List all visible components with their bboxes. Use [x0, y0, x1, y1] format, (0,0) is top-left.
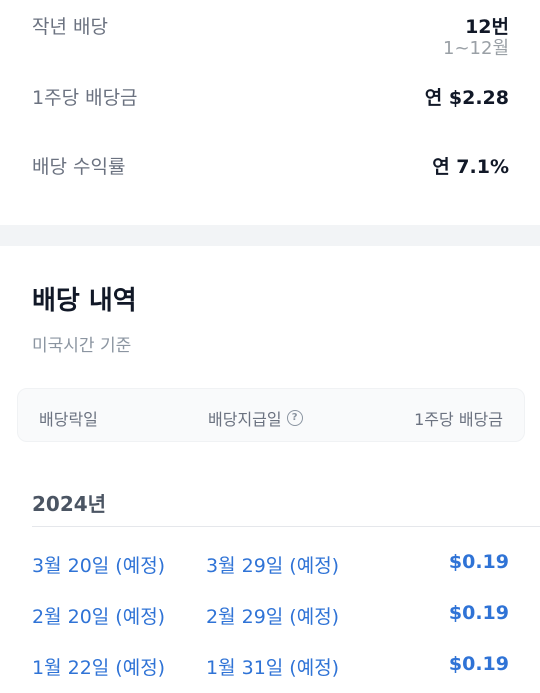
last-year-dividend-label: 작년 배당 — [32, 16, 108, 38]
dividend-summary: 작년 배당 12번 1~12월 1주당 배당금 연 $2.28 배당 수익률 연… — [0, 0, 540, 225]
column-amount: 1주당 배당금 — [414, 410, 503, 429]
ex-date-cell: 1월 22일 (예정) — [32, 657, 166, 679]
per-share-dividend-value: 연 $2.28 — [424, 87, 509, 109]
per-share-dividend-label: 1주당 배당금 — [32, 87, 138, 109]
dividend-row[interactable]: 1월 22일 (예정) 1월 31일 (예정) $0.19 — [32, 653, 509, 683]
ex-date-cell: 3월 20일 (예정) — [32, 555, 166, 577]
dividend-row[interactable]: 3월 20일 (예정) 3월 29일 (예정) $0.19 — [32, 551, 509, 581]
pay-date-cell: 3월 29일 (예정) — [206, 555, 340, 577]
column-pay-date-label: 배당지급일 — [208, 410, 282, 429]
amount-cell: $0.19 — [448, 653, 509, 675]
column-pay-date: 배당지급일 ? — [208, 406, 303, 430]
dividend-row[interactable]: 2월 20일 (예정) 2월 29일 (예정) $0.19 — [32, 602, 509, 632]
dividend-yield-label: 배당 수익률 — [32, 156, 126, 178]
section-divider — [0, 225, 540, 246]
dividend-history-title: 배당 내역 — [32, 286, 137, 316]
year-group-label: 2024년 — [32, 492, 107, 516]
dividend-table-header: 배당락일 배당지급일 ? 1주당 배당금 — [17, 388, 525, 442]
help-icon[interactable]: ? — [286, 410, 303, 426]
amount-cell: $0.19 — [448, 551, 509, 573]
column-ex-date: 배당락일 — [39, 410, 98, 429]
year-divider — [32, 526, 540, 527]
pay-date-cell: 1월 31일 (예정) — [206, 657, 340, 679]
ex-date-cell: 2월 20일 (예정) — [32, 606, 166, 628]
dividend-yield-row: 배당 수익률 연 7.1% — [32, 152, 509, 178]
per-share-dividend-row: 1주당 배당금 연 $2.28 — [32, 83, 509, 109]
last-year-dividend-range: 1~12월 — [443, 38, 509, 59]
pay-date-cell: 2월 29일 (예정) — [206, 606, 340, 628]
amount-cell: $0.19 — [448, 602, 509, 624]
dividend-yield-value: 연 7.1% — [432, 156, 509, 178]
dividend-history-subtitle: 미국시간 기준 — [32, 336, 132, 356]
last-year-dividend-row: 작년 배당 12번 1~12월 — [32, 12, 509, 59]
